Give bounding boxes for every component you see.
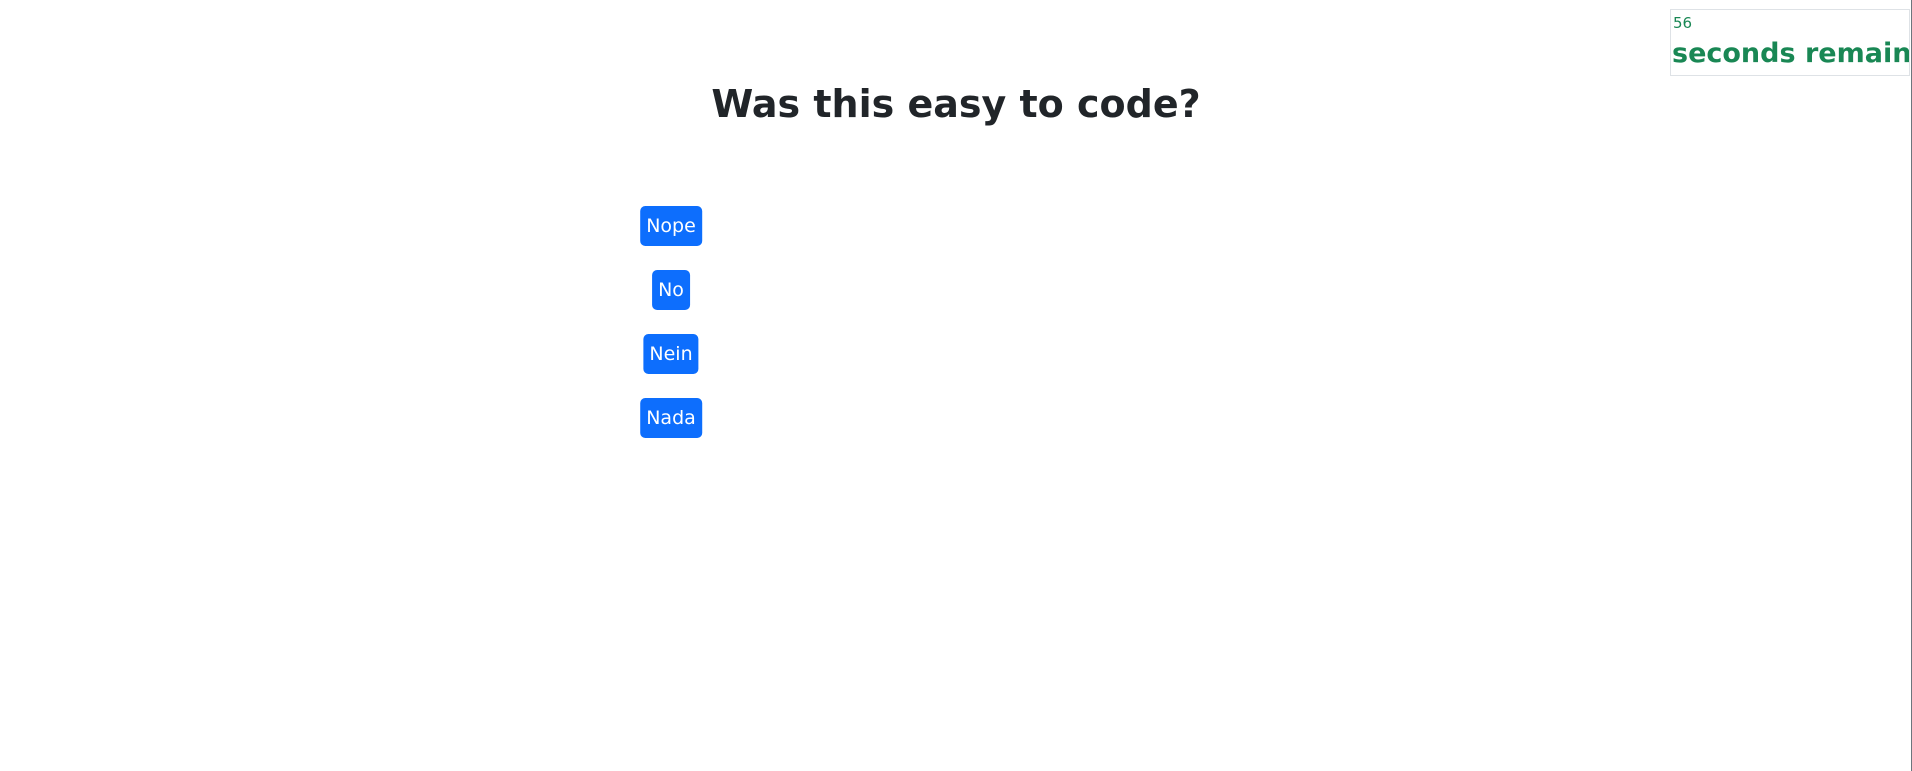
timer-seconds-value: 56 [1673, 14, 1693, 32]
quiz-page: 56 seconds remaining Was this easy to co… [0, 0, 1912, 771]
question-heading: Was this easy to code? [711, 82, 1201, 126]
answer-button-no[interactable]: No [652, 270, 690, 310]
countdown-timer: 56 seconds remaining [1670, 9, 1910, 76]
answer-button-nada[interactable]: Nada [640, 398, 702, 438]
answer-button-nope[interactable]: Nope [640, 206, 702, 246]
timer-label: seconds remaining [1672, 38, 1910, 69]
answer-button-nein[interactable]: Nein [643, 334, 699, 374]
